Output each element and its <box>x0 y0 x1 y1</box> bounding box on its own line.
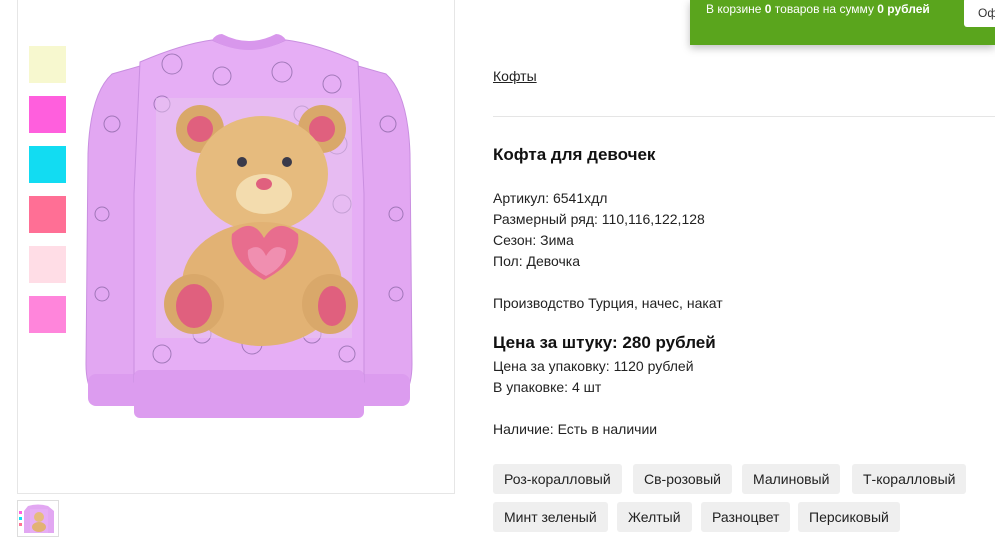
color-swatch[interactable] <box>29 246 66 283</box>
color-option[interactable]: Персиковый <box>798 502 900 532</box>
color-swatch[interactable] <box>29 146 66 183</box>
color-swatches <box>29 46 66 346</box>
product-article: Артикул: 6541хдл <box>493 190 608 206</box>
color-option[interactable]: Желтый <box>617 502 692 532</box>
color-option[interactable]: Разноцвет <box>701 502 791 532</box>
divider <box>493 116 995 117</box>
color-option[interactable]: Св-розовый <box>633 464 732 494</box>
color-option[interactable]: Минт зеленый <box>493 502 608 532</box>
checkout-button[interactable]: Оформить <box>964 0 995 27</box>
cart-summary-text: В корзине 0 товаров на сумму 0 рублей <box>706 2 930 16</box>
product-gender: Пол: Девочка <box>493 253 581 269</box>
product-thumbnail[interactable] <box>17 500 59 537</box>
color-option[interactable]: Роз-коралловый <box>493 464 622 494</box>
product-photo[interactable] <box>82 34 416 430</box>
availability: Наличие: Есть в наличии <box>493 421 658 437</box>
color-swatch[interactable] <box>29 296 66 333</box>
product-sizes: Размерный ряд: 110,116,122,128 <box>493 211 705 227</box>
color-swatch[interactable] <box>29 46 66 83</box>
product-production: Производство Турция, начес, накат <box>493 295 723 311</box>
price-per-unit: Цена за штуку: 280 рублей <box>493 333 716 352</box>
color-swatch[interactable] <box>29 196 66 233</box>
price-per-pack: Цена за упаковку: 1120 рублей <box>493 358 694 374</box>
breadcrumb-category-link[interactable]: Кофты <box>493 68 537 84</box>
color-swatch[interactable] <box>29 96 66 133</box>
product-image-panel <box>17 0 455 494</box>
color-option[interactable]: Малиновый <box>742 464 841 494</box>
product-season: Сезон: Зима <box>493 232 574 248</box>
color-option[interactable]: Т-коралловый <box>852 464 967 494</box>
pack-quantity: В упаковке: 4 шт <box>493 379 602 395</box>
cart-summary-bar: В корзине 0 товаров на сумму 0 рублей Оф… <box>690 0 995 45</box>
product-title: Кофта для девочек <box>493 145 656 164</box>
